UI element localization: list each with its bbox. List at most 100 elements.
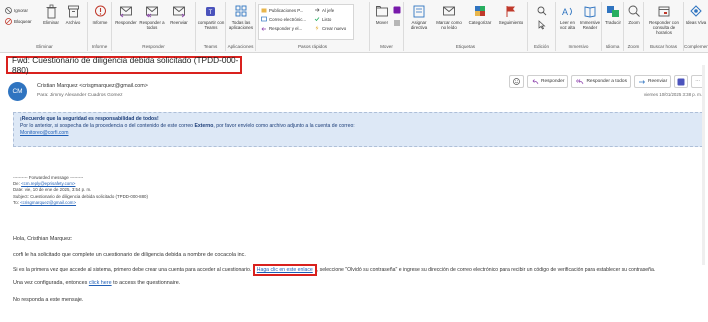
greeting: Hola, Cristhian Marquez: <box>13 236 73 242</box>
banner-text: Por lo anterior, si sospecha de la proce… <box>20 123 355 129</box>
monitoring-email-link[interactable]: Monitoreo@corfi.com <box>20 130 68 136</box>
svg-text:T: T <box>209 10 213 16</box>
forwarded-from-link[interactable]: <cm.reply@eprisafety.com> <box>21 181 75 186</box>
all-apps-button[interactable]: Todas las aplicaciones <box>227 4 255 30</box>
policy-icon <box>413 5 425 18</box>
ribbon-group-language: Traducir Idioma <box>602 2 624 51</box>
categorize-button[interactable]: Categorizar <box>466 4 494 25</box>
read-aloud-icon: A <box>562 7 572 17</box>
group-label-immersive: Inmersivo <box>568 44 589 49</box>
emoji-reaction-button[interactable] <box>508 75 524 88</box>
quick-step-reply-delete[interactable]: Responder y el... <box>261 25 302 31</box>
banner-title: ¡Recuerde que la seguridad es responsabi… <box>20 116 159 122</box>
group-label-delete: Eliminar <box>36 44 53 49</box>
reply-with-meeting-poll-button[interactable]: Responder con consulta de horarios <box>645 4 683 35</box>
group-label-teams: Teams <box>203 44 218 49</box>
group-label-report: Informe <box>91 44 108 49</box>
group-label-tags: Etiquetas <box>455 44 476 49</box>
move-folder-icon <box>376 6 388 17</box>
more-dots-icon: ··· <box>695 79 700 84</box>
ribbon-group-quick-steps: Publicaciones P... Correo electrónic... … <box>256 2 370 51</box>
magnifier-icon <box>628 5 640 17</box>
questionnaire-link[interactable]: click here <box>89 280 112 286</box>
body-paragraph-3: Una vez configurada, entonces click here… <box>13 280 181 286</box>
mail-icon <box>261 16 267 22</box>
block-button[interactable]: Bloquear <box>5 18 32 25</box>
check-icon <box>314 17 320 22</box>
viva-insights-button[interactable]: Ideas Viva <box>685 4 707 25</box>
move-button[interactable]: Mover <box>372 4 392 25</box>
reply-all-button[interactable]: Responder a todos <box>571 75 631 88</box>
forward-button[interactable]: Reenviar <box>634 75 672 88</box>
archive-button[interactable]: Archivo <box>62 4 84 25</box>
group-label-zoom: Zoom <box>627 44 640 49</box>
trash-icon <box>46 4 56 19</box>
forwarded-to-link[interactable]: <crisgmarquez@gmail.com> <box>20 200 76 205</box>
quick-step-done[interactable]: Listo <box>314 16 331 22</box>
group-label-language: Idioma <box>605 44 620 49</box>
reply-all-icon <box>146 6 158 18</box>
ignore-button[interactable]: Ignorar <box>5 7 28 14</box>
create-account-link[interactable]: Haga clic en este enlace <box>252 264 317 276</box>
ribbon-group-editing: Edición <box>528 2 556 51</box>
email-subject: Fwd: Cuestionario de diligencia debida s… <box>6 55 242 75</box>
read-aloud-button[interactable]: A Leer en voz alta <box>557 4 578 30</box>
report-icon <box>94 5 106 17</box>
ribbon-group-respond: Responder Responder a todos Reenviar Res… <box>112 2 196 51</box>
share-teams-button[interactable]: T compartir con Teams <box>197 4 225 30</box>
sender-avatar[interactable]: CM <box>8 82 27 101</box>
ignore-icon <box>5 7 12 14</box>
group-label-addin: Complemento <box>684 44 708 49</box>
quick-step-email[interactable]: Correo electrónic... <box>261 16 306 22</box>
ribbon-group-immersive: A Leer en voz alta Immersive Reader Inme… <box>556 2 602 51</box>
select-icon[interactable] <box>537 20 547 30</box>
body-paragraph-2: Si es la primera vez que accede al siste… <box>13 264 655 276</box>
follow-up-button[interactable]: Seguimiento <box>496 4 526 25</box>
zoom-button[interactable]: Zoom <box>624 4 644 25</box>
forward-arrow-icon <box>639 79 645 84</box>
forward-icon <box>173 6 185 18</box>
rules-icon <box>394 20 400 26</box>
quick-step-publish[interactable]: Publicaciones P... <box>261 7 303 13</box>
closing-line: No responda a este mensaje. <box>13 297 84 303</box>
categories-icon <box>475 6 485 16</box>
group-label-apps: Aplicaciones <box>227 44 254 49</box>
sender-line[interactable]: Cristian Marquez <crisgmarquez@gmail.com… <box>37 83 148 89</box>
arrow-right-icon <box>315 8 320 12</box>
reply-all-ribbon-button[interactable]: Responder a todos <box>139 4 165 30</box>
quick-step-to-manager[interactable]: Al jefe <box>314 7 334 13</box>
ribbon-group-delete: Ignorar Bloquear Eliminar Archivo Elimin… <box>2 2 88 51</box>
report-button[interactable]: Informe <box>89 4 111 25</box>
message-actions: Responder Responder a todos Reenviar ··· <box>508 75 704 88</box>
teams-share-button[interactable] <box>674 75 689 88</box>
forwarded-header: ---------- Forwarded message --------- D… <box>13 175 148 205</box>
forward-ribbon-button[interactable]: Reenviar <box>167 4 191 25</box>
assign-policy-button[interactable]: Asignar directiva <box>406 4 432 30</box>
smiley-icon <box>513 78 520 85</box>
apps-grid-icon <box>235 5 247 17</box>
quick-step-create-new[interactable]: Crear nuevo <box>314 25 346 31</box>
vertical-scrollbar[interactable] <box>702 65 705 265</box>
mark-unread-button[interactable]: Marcar como no leído <box>434 4 464 30</box>
reply-button[interactable]: Responder <box>526 75 569 88</box>
ribbon-group-report: Informe Informe <box>88 2 112 51</box>
recipient-line: Para: Jimmy Alexander Cuadros Gomez <box>37 93 123 98</box>
reply-ribbon-button[interactable]: Responder <box>114 4 138 25</box>
group-label-editing: Edición <box>533 44 550 49</box>
book-icon <box>584 6 596 18</box>
block-icon <box>5 18 12 25</box>
ribbon-group-addin: Ideas Viva Complemento <box>684 2 708 51</box>
delete-button[interactable]: Eliminar <box>40 4 62 25</box>
received-date: viernes 10/01/2025 3:38 p. m. <box>643 92 702 97</box>
group-label-move: Mover <box>380 44 393 49</box>
svg-text:A: A <box>562 7 568 17</box>
ribbon-group-zoom: Zoom Zoom <box>624 2 644 51</box>
calendar-icon <box>658 6 670 17</box>
translate-button[interactable]: Traducir <box>603 4 623 25</box>
find-icon[interactable] <box>537 6 547 16</box>
reply-icon <box>120 6 132 18</box>
immersive-reader-button[interactable]: Immersive Reader <box>579 4 601 30</box>
body-paragraph-1: corfi le ha solicitado que complete un c… <box>13 252 246 258</box>
onenote-icon <box>393 6 401 14</box>
envelope-icon <box>443 6 455 16</box>
